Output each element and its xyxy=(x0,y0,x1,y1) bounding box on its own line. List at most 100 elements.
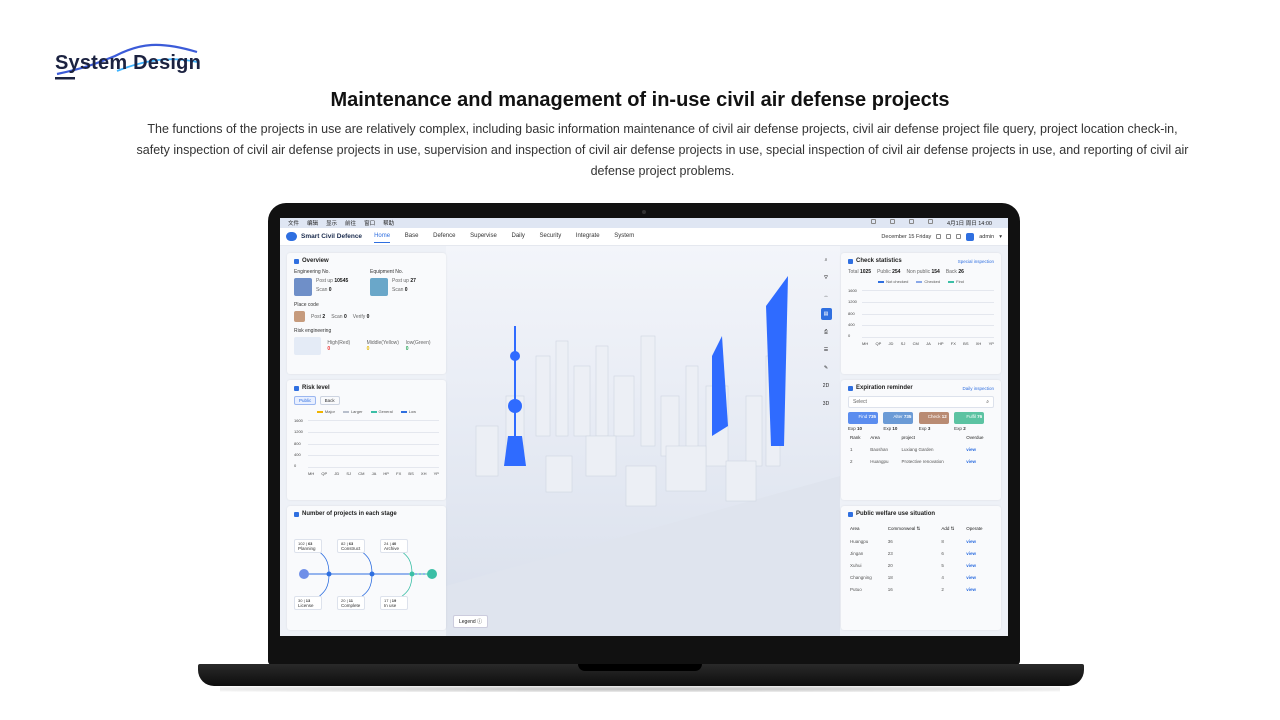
map-toolbar: ⌕ ⛛ ↔ ▤ ⎙ ☰ ✎ 2D 3D xyxy=(820,254,832,410)
col-add[interactable]: Add ⇅ xyxy=(939,522,964,535)
nav-security[interactable]: Security xyxy=(540,230,562,242)
cell-add: 5 xyxy=(941,562,944,568)
place-code-label: Place code xyxy=(294,302,319,308)
battery-icon[interactable] xyxy=(890,219,896,224)
view-link[interactable]: view xyxy=(964,443,994,455)
menu-edit[interactable]: 编辑 xyxy=(307,219,318,227)
nav-defence[interactable]: Defence xyxy=(433,230,455,242)
legend-find: Find xyxy=(956,279,964,284)
special-inspection-link[interactable]: Special inspection xyxy=(958,259,994,264)
view-link[interactable]: view xyxy=(964,559,994,571)
wifi-icon[interactable] xyxy=(909,219,915,224)
settings-icon[interactable] xyxy=(946,234,952,239)
stage-in-use[interactable]: 17 | 19 In use xyxy=(380,596,408,610)
risk-low-value: 0 xyxy=(405,346,409,352)
exp-card-fulfil[interactable]: Fulfil 76 Exp 2 xyxy=(954,412,985,431)
risk-level-panel: Risk level Public Back Major Larger Gene… xyxy=(287,380,446,500)
cell-commonweal: 20 xyxy=(887,562,893,568)
nav-base[interactable]: Base xyxy=(405,230,419,242)
card-name: Check xyxy=(927,414,941,419)
menu-file[interactable]: 文件 xyxy=(288,219,299,227)
menu-window[interactable]: 窗口 xyxy=(364,219,375,227)
avatar[interactable] xyxy=(966,232,975,241)
view-link[interactable]: view xyxy=(964,547,994,559)
header-right: December 15 Friday admin ▾ xyxy=(881,232,1002,241)
cell-area: Huangpu xyxy=(870,458,889,464)
search-icon[interactable]: ⌕ xyxy=(986,399,989,405)
exp-card-alter[interactable]: Alter 735 Exp 10 xyxy=(883,412,914,431)
menu-help[interactable]: 帮助 xyxy=(383,219,394,227)
exp-card-check[interactable]: Check 12 Exp 3 xyxy=(918,412,949,431)
map-list-icon[interactable]: ☰ xyxy=(821,344,832,356)
col-area: Area xyxy=(870,434,880,440)
user-icon xyxy=(848,511,853,517)
check-xtick: JD xyxy=(888,341,894,346)
risk-xtick: JA xyxy=(371,471,377,476)
check-xtick: BS xyxy=(963,341,969,346)
stage-license[interactable]: 30 | 13 License xyxy=(294,596,322,610)
check-statistics-panel: Check statistics Special inspection Total… xyxy=(841,253,1001,374)
clock-text: 4月1日 周日 14:00 xyxy=(947,221,992,227)
search-icon[interactable] xyxy=(928,219,934,224)
map-3d-button[interactable]: 3D xyxy=(821,398,832,410)
view-link[interactable]: view xyxy=(964,535,994,547)
page-description: The functions of the projects in use are… xyxy=(136,122,1189,178)
tab-back[interactable]: Back xyxy=(319,396,340,405)
risk-crane-icon xyxy=(294,337,322,355)
place-post-value: 2 xyxy=(322,313,326,320)
user-menu[interactable]: admin xyxy=(979,234,994,240)
stage-planning-label: Planning xyxy=(298,546,316,551)
map-2d-button[interactable]: 2D xyxy=(821,380,832,392)
map-edit-icon[interactable]: ✎ xyxy=(821,362,832,374)
check-xtick: JA xyxy=(926,341,931,346)
exp-card-find[interactable]: Find 735 Exp 10 xyxy=(848,412,878,431)
cell-area: Huangpu xyxy=(850,538,869,544)
risk-xtick: JD xyxy=(334,471,340,476)
map-search-icon[interactable]: ⌕ xyxy=(821,254,832,266)
nav-supervise[interactable]: Supervise xyxy=(470,230,497,242)
screen-icon[interactable] xyxy=(871,219,877,224)
stage-archive[interactable]: 24 | 40 Archive xyxy=(380,539,408,553)
laptop-notch xyxy=(578,664,702,671)
place-verify-label: Verify xyxy=(352,313,366,320)
stage-planning[interactable]: 102 | 63 Planning xyxy=(294,539,322,553)
view-link[interactable]: view xyxy=(964,571,994,583)
map-print-icon[interactable]: ⎙ xyxy=(821,326,832,338)
bell-icon[interactable] xyxy=(936,234,942,239)
nav-system[interactable]: System xyxy=(614,230,634,242)
user-icon xyxy=(848,258,853,264)
view-link[interactable]: view xyxy=(964,455,994,467)
risk-xtick: FX xyxy=(396,471,402,476)
chevron-down-icon[interactable]: ▾ xyxy=(999,234,1002,240)
daily-inspection-link[interactable]: Daily inspection xyxy=(962,386,994,391)
map-legend-button[interactable]: Legend ⓘ xyxy=(453,615,489,628)
cell-area: Jingan xyxy=(850,550,864,556)
card-exp-label: Exp xyxy=(918,426,927,431)
risk-ytick: 800 xyxy=(294,440,301,446)
place-post-label: Post xyxy=(311,313,322,320)
menu-view[interactable]: 显示 xyxy=(326,219,337,227)
menu-go[interactable]: 前往 xyxy=(345,219,356,227)
nav-integrate[interactable]: Integrate xyxy=(576,230,600,242)
col-commonweal[interactable]: Commonweal ⇅ xyxy=(886,522,940,535)
stages-title: Number of projects in each stage xyxy=(302,511,397,517)
tab-public[interactable]: Public xyxy=(294,396,317,405)
map-filter-icon[interactable]: ⛛ xyxy=(821,272,832,284)
stage-construct[interactable]: 82 | 63 Construct xyxy=(337,539,365,553)
place-verify-value: 0 xyxy=(366,313,370,320)
cell-add: 2 xyxy=(941,586,944,592)
cell-project: Protective renovation xyxy=(901,458,944,464)
area-select[interactable]: Select ⌕ xyxy=(848,396,994,408)
risk-xtick: HP xyxy=(383,471,389,476)
map-layer-icon[interactable]: ▤ xyxy=(820,308,832,320)
stage-complete[interactable]: 20 | 11 Complete xyxy=(337,596,365,610)
nav-home[interactable]: Home xyxy=(374,230,391,243)
grid-icon[interactable] xyxy=(956,234,962,239)
city-3d-map[interactable] xyxy=(446,246,840,636)
check-total-label: Total xyxy=(848,269,859,275)
cell-area: Baoshan xyxy=(870,446,889,452)
view-link[interactable]: view xyxy=(964,583,994,595)
nav-daily[interactable]: Daily xyxy=(512,230,525,242)
check-title: Check statistics xyxy=(856,258,902,264)
map-measure-icon[interactable]: ↔ xyxy=(821,290,832,302)
